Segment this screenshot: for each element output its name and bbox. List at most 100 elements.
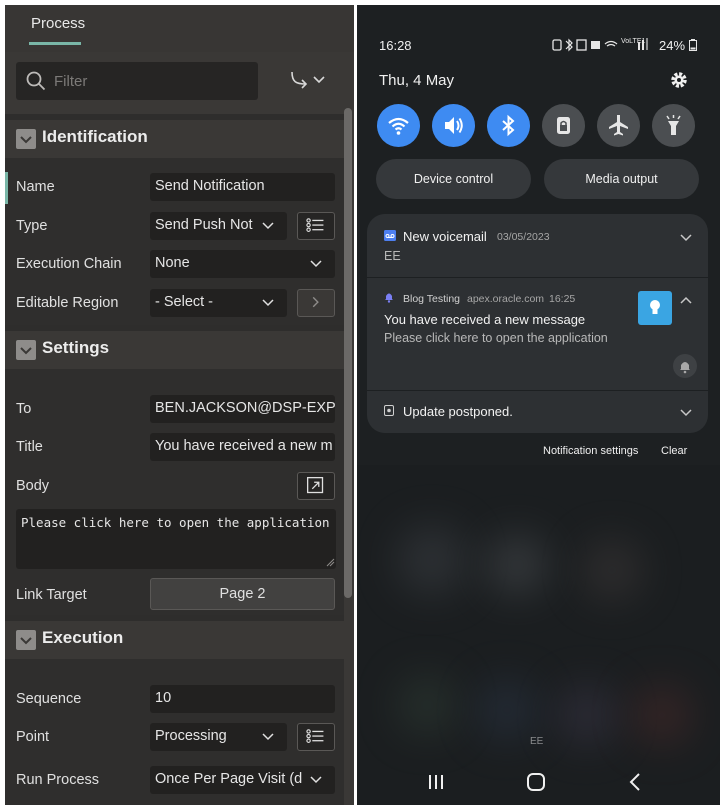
execution-chain-label: Execution Chain [16, 256, 122, 272]
chevron-down-icon [262, 733, 274, 741]
expand-icon [306, 476, 324, 494]
home-screen-blurred [357, 465, 720, 805]
section-execution-header[interactable]: Execution [5, 615, 344, 659]
lock-icon [557, 117, 570, 134]
notification-voicemail[interactable]: New voicemail 03/05/2023 EE [367, 214, 708, 276]
chevron-right-icon [312, 296, 319, 308]
chevron-down-icon [262, 299, 274, 307]
section-identification-body: Name Send Notification Type Send Push No… [5, 158, 344, 325]
run-process-label: Run Process [16, 772, 100, 788]
tab-bar: Process [5, 5, 354, 52]
list-of-values-button[interactable] [297, 723, 335, 751]
type-select[interactable]: Send Push Not [150, 212, 287, 240]
editable-region-label: Editable Region [16, 295, 119, 311]
chevron-down-icon[interactable] [680, 234, 692, 242]
airplane-mode-toggle[interactable] [597, 104, 640, 147]
lightbulb-icon [650, 300, 660, 314]
collapse-chevron-icon[interactable] [16, 340, 36, 360]
list-icon [306, 729, 324, 743]
section-title: Settings [42, 338, 110, 357]
chevron-down-icon[interactable] [680, 409, 692, 417]
editable-region-select[interactable]: - Select - [150, 289, 287, 317]
chevron-down-icon [310, 260, 322, 268]
volume-icon [445, 117, 463, 134]
run-process-value: Once Per Page Visit (d [155, 771, 303, 787]
filter-input[interactable] [54, 62, 249, 100]
section-title: Execution [42, 628, 124, 647]
expand-editor-button[interactable] [297, 472, 335, 500]
navigation-bar [357, 765, 720, 805]
notification-time: 16:25 [549, 293, 576, 305]
sequence-field[interactable]: 10 [150, 685, 335, 713]
name-field[interactable]: Send Notification [150, 173, 335, 201]
notification-title: New voicemail [403, 229, 487, 244]
notification-settings-link[interactable]: Notification settings [543, 445, 638, 457]
app-thumbnail [638, 291, 672, 325]
scrollbar-thumb[interactable] [344, 108, 352, 598]
date-label: Thu, 4 May [379, 72, 455, 89]
section-title: Identification [42, 127, 148, 146]
clear-all-button[interactable]: Clear [661, 445, 687, 457]
battery-percent: 24% [659, 38, 686, 53]
notification-app-name: Blog Testing [403, 293, 461, 305]
point-select-value: Processing [155, 728, 227, 744]
chevron-down-icon [262, 222, 274, 230]
flashlight-toggle[interactable] [652, 104, 695, 147]
chevron-up-icon[interactable] [680, 296, 692, 304]
recent-apps-icon[interactable] [427, 773, 445, 791]
status-icons: VoLTE1 [552, 38, 652, 55]
editable-region-value: - Select - [155, 294, 214, 310]
go-to-region-button[interactable] [297, 289, 335, 317]
link-target-button[interactable]: Page 2 [150, 578, 335, 610]
carrier-label: EE [530, 736, 544, 747]
voicemail-icon [384, 230, 396, 241]
execution-chain-select[interactable]: None [150, 250, 335, 278]
body-label: Body [16, 478, 50, 494]
type-label: Type [16, 218, 48, 234]
list-of-values-button[interactable] [297, 212, 335, 240]
settings-gear-icon[interactable] [669, 70, 689, 90]
wifi-toggle[interactable] [377, 104, 420, 147]
point-select[interactable]: Processing [150, 723, 287, 751]
section-execution-body: Sequence 10 Point Processing Run Process… [5, 659, 344, 805]
run-process-select[interactable]: Once Per Page Visit (d [150, 766, 335, 794]
flashlight-icon [666, 115, 681, 135]
page-designer-panel: Process Identification Name Send Notific… [5, 5, 354, 805]
notification-blog-testing[interactable]: Blog Testing apex.oracle.com 16:25 You h… [367, 278, 708, 390]
execution-chain-value: None [155, 255, 190, 271]
body-textarea[interactable]: Please click here to open the applicatio… [16, 509, 336, 569]
title-label: Title [16, 439, 43, 455]
notification-update-postponed[interactable]: Update postponed. [367, 391, 708, 433]
to-field[interactable]: BEN.JACKSON@DSP-EXPL [150, 395, 335, 423]
notification-source: apex.oracle.com [467, 293, 545, 305]
search-icon [26, 71, 46, 91]
rotation-lock-toggle[interactable] [542, 104, 585, 147]
collapse-chevron-icon[interactable] [16, 129, 36, 149]
resize-handle-icon[interactable] [326, 558, 335, 567]
sound-toggle[interactable] [432, 104, 475, 147]
title-field[interactable]: You have received a new m [150, 433, 335, 461]
collapse-chevron-icon[interactable] [16, 630, 36, 650]
media-output-button[interactable]: Media output [544, 159, 699, 199]
home-icon[interactable] [526, 772, 546, 792]
back-icon[interactable] [628, 772, 642, 792]
link-target-label: Link Target [16, 587, 87, 603]
filter-box [16, 62, 258, 100]
system-update-icon [384, 405, 394, 416]
active-row-indicator [5, 172, 8, 204]
airplane-icon [609, 115, 628, 136]
device-control-button[interactable]: Device control [376, 159, 531, 199]
snooze-bell-icon [680, 362, 690, 374]
go-to-group-button[interactable] [288, 69, 330, 93]
snooze-button[interactable] [673, 354, 697, 378]
tab-process[interactable]: Process [31, 15, 85, 32]
volte-label: VoLTE1 [621, 38, 646, 45]
bluetooth-toggle[interactable] [487, 104, 530, 147]
to-label: To [16, 401, 32, 417]
wifi-icon [388, 117, 409, 135]
notification-body: EE [384, 249, 401, 263]
section-identification-header[interactable]: Identification [5, 114, 344, 158]
bluetooth-icon [502, 114, 515, 137]
section-settings-header[interactable]: Settings [5, 325, 344, 369]
battery-status: 24% [659, 38, 697, 53]
